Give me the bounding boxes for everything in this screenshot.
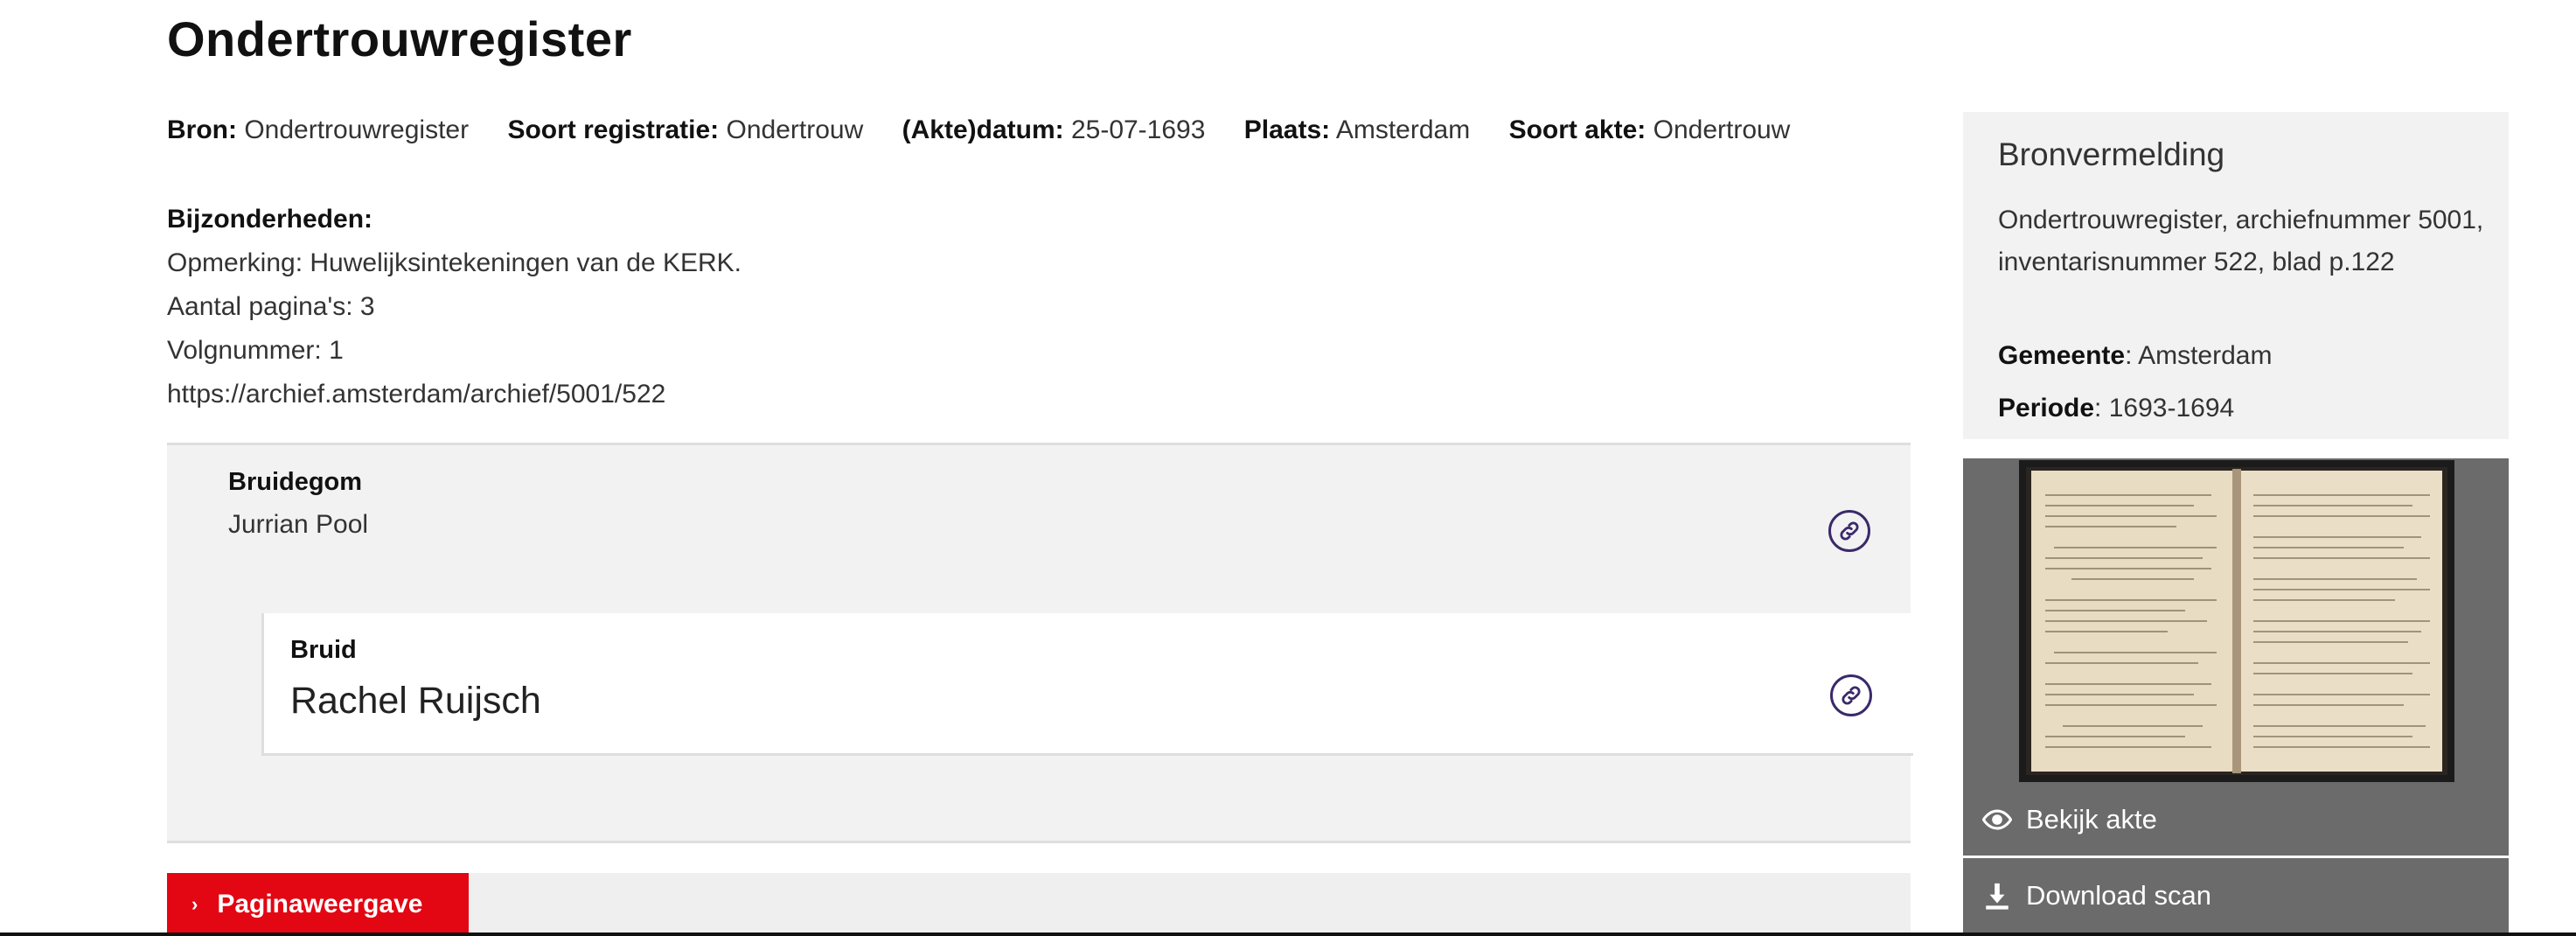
persons-panel: Bruidegom Jurrian Pool Bruid Rachel Ruij… [167, 443, 1913, 843]
meta-soort-registratie: Soort registratie: Ondertrouw [507, 115, 863, 144]
periode-value: : 1693-1694 [2094, 394, 2235, 423]
meta-aktedatum-label: (Akte)datum: [902, 115, 1064, 144]
groom-role-label: Bruidegom [228, 468, 363, 496]
groom-name: Jurrian Pool [228, 510, 369, 539]
bride-link-button[interactable] [1830, 674, 1872, 716]
view-record-label: Bekijk akte [2026, 804, 2157, 835]
gemeente-value: : Amsterdam [2125, 341, 2273, 370]
record-details: Bijzonderheden: Opmerking: Huwelijksinte… [167, 198, 741, 416]
link-icon [1841, 686, 1861, 705]
details-heading: Bijzonderheden: [167, 205, 373, 234]
citation-periode: Periode: 1693-1694 [1998, 394, 2234, 423]
details-remark: Opmerking: Huwelijksintekeningen van de … [167, 248, 741, 277]
actions-divider [1963, 856, 2509, 858]
details-page-count: Aantal pagina's: 3 [167, 292, 375, 321]
meta-plaats-value: Amsterdam [1335, 115, 1471, 144]
download-icon [1982, 881, 2012, 911]
details-archive-url: https://archief.amsterdam/archief/5001/5… [167, 380, 666, 409]
periode-label: Periode [1998, 394, 2095, 423]
citation-text: Ondertrouwregister, archiefnummer 5001, … [1998, 206, 2484, 276]
groom-link-button[interactable] [1828, 510, 1870, 552]
page-view-button[interactable]: › Paginaweergave [167, 873, 469, 936]
page-view-label: Paginaweergave [217, 890, 423, 919]
source-citation-box: Bronvermelding Ondertrouwregister, archi… [1963, 112, 2509, 439]
meta-aktedatum-value: 25-07-1693 [1070, 115, 1206, 144]
scan-panel: Bekijk akte Download scan [1963, 458, 2509, 936]
meta-aktedatum: (Akte)datum: 25-07-1693 [902, 115, 1206, 144]
eye-icon [1982, 805, 2012, 835]
meta-soort-registratie-value: Ondertrouw [726, 115, 864, 144]
meta-soort-akte-label: Soort akte: [1508, 115, 1647, 144]
view-record-button[interactable]: Bekijk akte [1963, 784, 2509, 856]
meta-soort-akte: Soort akte: Ondertrouw [1509, 115, 1791, 144]
bride-card: Bruid Rachel Ruijsch [261, 613, 1913, 756]
open-book-scan-image [2026, 467, 2447, 775]
meta-plaats: Plaats: Amsterdam [1244, 115, 1470, 144]
meta-soort-akte-value: Ondertrouw [1653, 115, 1791, 144]
download-scan-label: Download scan [2026, 880, 2211, 911]
details-sequence-number: Volgnummer: 1 [167, 336, 344, 365]
meta-soort-registratie-label: Soort registratie: [507, 115, 720, 144]
scan-thumbnail[interactable] [2019, 460, 2454, 782]
gemeente-label: Gemeente [1998, 341, 2126, 370]
page-view-bar: › Paginaweergave [167, 873, 1911, 936]
download-scan-button[interactable]: Download scan [1963, 860, 2509, 932]
meta-plaats-label: Plaats: [1243, 115, 1331, 144]
meta-bron: Bron: Ondertrouwregister [167, 115, 469, 144]
bride-name: Rachel Ruijsch [290, 680, 541, 722]
meta-bron-value: Ondertrouwregister [244, 115, 470, 144]
citation-gemeente: Gemeente: Amsterdam [1998, 341, 2272, 371]
page-title: Ondertrouwregister [167, 11, 632, 66]
chevron-right-icon: › [191, 893, 198, 915]
bride-role-label: Bruid [290, 636, 357, 664]
bottom-border [0, 933, 2576, 936]
link-icon [1840, 521, 1859, 541]
meta-bron-label: Bron: [167, 115, 237, 144]
record-meta: Bron: Ondertrouwregister Soort registrat… [167, 115, 1821, 145]
citation-title: Bronvermelding [1998, 136, 2225, 172]
